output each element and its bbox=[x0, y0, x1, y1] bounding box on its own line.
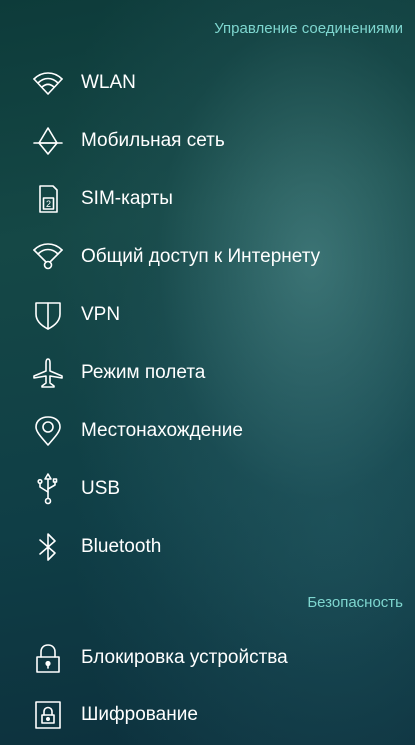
menu-item-label: Bluetooth bbox=[81, 536, 162, 557]
menu-item-wlan[interactable]: WLAN bbox=[0, 60, 415, 106]
section-header-connections: Управление соединениями bbox=[214, 20, 403, 37]
menu-item-bluetooth[interactable]: Bluetooth bbox=[0, 524, 415, 570]
menu-item-vpn[interactable]: VPN bbox=[0, 292, 415, 338]
menu-item-usb[interactable]: USB bbox=[0, 466, 415, 512]
menu-item-encryption[interactable]: Шифрование bbox=[0, 692, 415, 738]
menu-item-location[interactable]: Местонахождение bbox=[0, 408, 415, 454]
mobile-network-icon bbox=[30, 123, 66, 159]
hotspot-icon bbox=[30, 239, 66, 275]
menu-item-label: Местонахождение bbox=[81, 420, 243, 441]
menu-item-mobile-network[interactable]: Мобильная сеть bbox=[0, 118, 415, 164]
menu-item-label: USB bbox=[81, 478, 121, 499]
menu-item-label: Режим полета bbox=[81, 362, 206, 383]
sim-slot-number: 2 bbox=[46, 199, 51, 209]
lock-icon bbox=[30, 640, 66, 676]
menu-item-label: Шифрование bbox=[81, 704, 198, 725]
menu-item-label: SIM-карты bbox=[81, 188, 173, 209]
menu-item-label: Мобильная сеть bbox=[81, 130, 225, 151]
encryption-lock-icon bbox=[30, 697, 66, 733]
menu-item-label: WLAN bbox=[81, 72, 136, 93]
menu-item-airplane-mode[interactable]: Режим полета bbox=[0, 350, 415, 396]
sim-card-icon: 2 bbox=[30, 181, 66, 217]
menu-item-sim-cards[interactable]: 2 SIM-карты bbox=[0, 176, 415, 222]
menu-item-label: Общий доступ к Интернету bbox=[81, 246, 321, 267]
menu-item-device-lock[interactable]: Блокировка устройства bbox=[0, 635, 415, 681]
shield-icon bbox=[30, 297, 66, 333]
section-header-security: Безопасность bbox=[307, 594, 403, 611]
menu-item-internet-sharing[interactable]: Общий доступ к Интернету bbox=[0, 234, 415, 280]
wifi-icon bbox=[30, 65, 66, 101]
location-pin-icon bbox=[30, 413, 66, 449]
usb-icon bbox=[30, 471, 66, 507]
bluetooth-icon bbox=[30, 529, 66, 565]
airplane-icon bbox=[30, 355, 66, 391]
menu-item-label: Блокировка устройства bbox=[81, 647, 288, 668]
menu-item-label: VPN bbox=[81, 304, 121, 325]
